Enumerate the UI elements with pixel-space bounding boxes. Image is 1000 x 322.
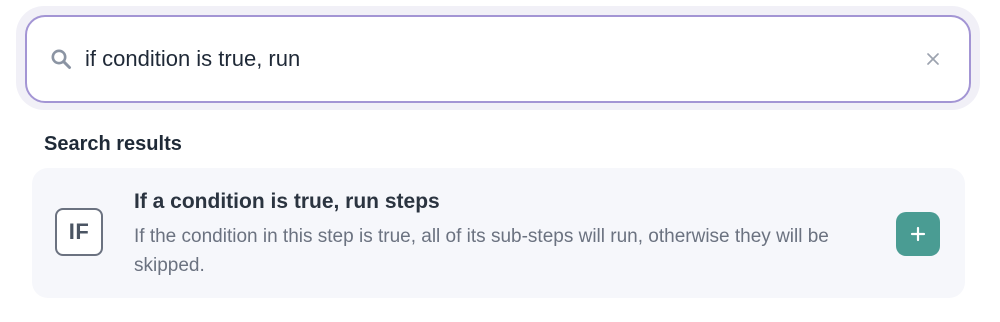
search-icon	[49, 47, 73, 71]
if-condition-icon: IF	[55, 208, 103, 256]
plus-icon	[910, 226, 926, 242]
search-box[interactable]	[25, 15, 971, 103]
add-step-button[interactable]	[896, 212, 940, 256]
result-title: If a condition is true, run steps	[134, 190, 440, 213]
close-icon	[927, 53, 939, 65]
search-results-heading: Search results	[44, 133, 182, 155]
result-description: If the condition in this step is true, a…	[134, 226, 829, 276]
step-search-panel: Search results IF If a condition is true…	[0, 0, 1000, 322]
clear-search-button[interactable]	[919, 45, 947, 73]
search-input[interactable]	[85, 37, 905, 81]
search-result-card[interactable]: IF If a condition is true, run steps If …	[32, 168, 965, 298]
